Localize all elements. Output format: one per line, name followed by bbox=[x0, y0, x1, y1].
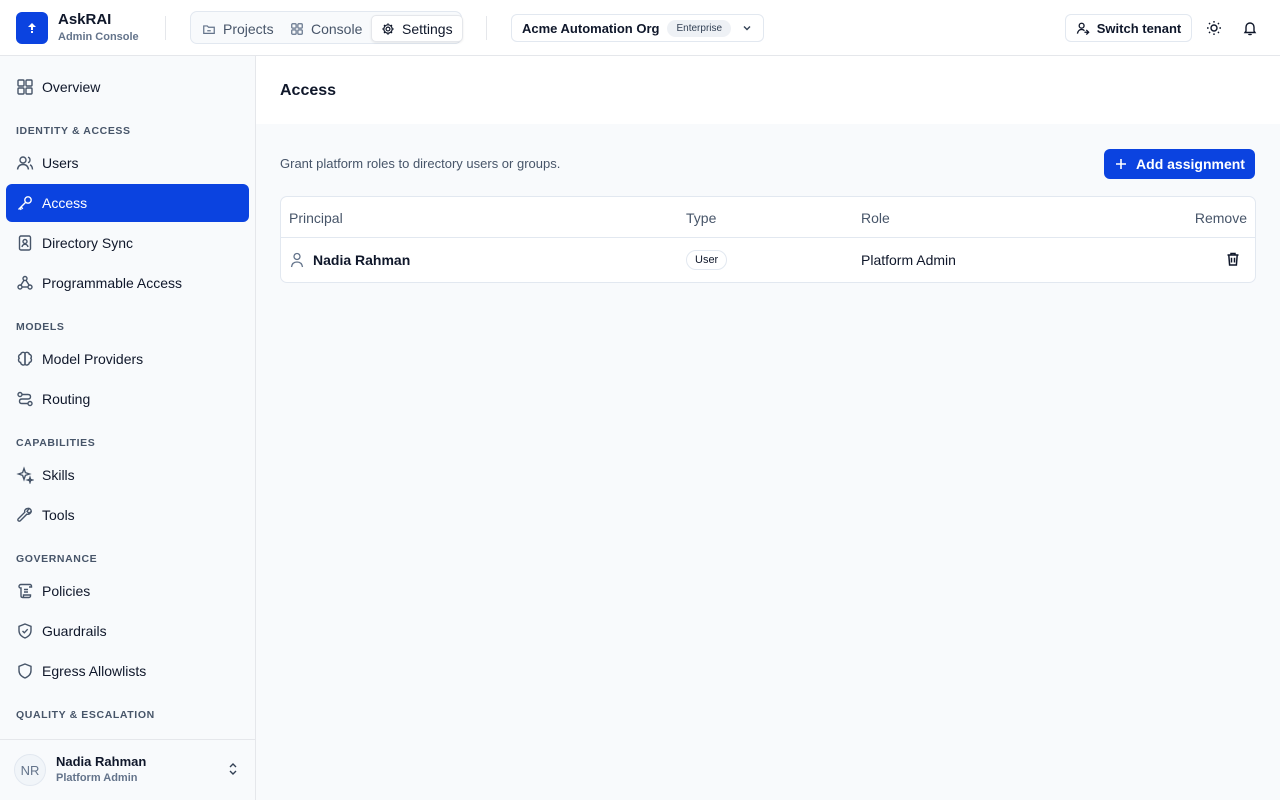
sparkles-icon bbox=[16, 466, 34, 484]
add-assignment-button[interactable]: Add assignment bbox=[1104, 149, 1255, 179]
webhook-icon bbox=[17, 275, 33, 290]
sidebar-item-routing[interactable]: Routing bbox=[6, 380, 249, 418]
sidebar-item-label: Programmable Access bbox=[42, 275, 183, 291]
column-header-principal: Principal bbox=[289, 210, 343, 226]
trash-icon[interactable] bbox=[1225, 251, 1241, 267]
page-header: Access bbox=[256, 56, 1280, 124]
sidebar-item-access[interactable]: Access bbox=[6, 184, 249, 222]
brand-name: AskRAI bbox=[58, 11, 112, 28]
tab-settings[interactable]: Settings bbox=[371, 15, 463, 42]
tab-console[interactable]: Console bbox=[281, 15, 371, 42]
sidebar-item-label: Access bbox=[42, 195, 88, 211]
user-switch-icon bbox=[1076, 22, 1090, 35]
scroll-icon bbox=[18, 583, 33, 599]
main-content: Access Grant platform roles to directory… bbox=[256, 56, 1280, 800]
chevron-down-icon bbox=[741, 22, 753, 34]
current-user-panel[interactable]: NR Nadia Rahman Platform Admin bbox=[0, 739, 255, 800]
tab-console-label: Console bbox=[311, 20, 363, 37]
page-description: Grant platform roles to directory users … bbox=[280, 156, 561, 171]
grid-icon bbox=[291, 22, 303, 35]
sidebar-item-label: Policies bbox=[42, 583, 91, 599]
principal-name: Nadia Rahman bbox=[313, 252, 411, 268]
brand-subtitle: Admin Console bbox=[58, 31, 139, 43]
tab-projects[interactable]: Projects bbox=[193, 15, 283, 42]
brain-icon bbox=[17, 351, 33, 366]
plus-icon bbox=[1116, 159, 1127, 169]
tab-settings-label: Settings bbox=[402, 20, 453, 37]
sidebar-item-label: Guardrails bbox=[42, 623, 107, 639]
tab-projects-label: Projects bbox=[223, 20, 274, 37]
switch-tenant-label: Switch tenant bbox=[1096, 20, 1182, 36]
notifications-button[interactable] bbox=[1238, 16, 1262, 40]
section-label-governance: GOVERNANCE bbox=[16, 553, 98, 565]
org-name: Acme Automation Org bbox=[522, 20, 660, 36]
section-label-quality: QUALITY & ESCALATION bbox=[16, 709, 155, 721]
section-label-capabilities: CAPABILITIES bbox=[16, 437, 96, 449]
role-value: Platform Admin bbox=[861, 252, 956, 268]
avatar: NR bbox=[14, 754, 46, 786]
add-assignment-label: Add assignment bbox=[1136, 156, 1245, 172]
wrench-icon bbox=[17, 507, 33, 522]
sidebar-item-label: Egress Allowlists bbox=[42, 663, 147, 679]
contact-card-icon bbox=[18, 235, 32, 251]
current-user-role: Platform Admin bbox=[56, 772, 138, 784]
bell-icon bbox=[1243, 22, 1257, 36]
brand-logo-icon[interactable] bbox=[16, 12, 48, 44]
shield-icon bbox=[18, 663, 32, 679]
sidebar-item-label: Directory Sync bbox=[42, 235, 134, 251]
org-selector[interactable]: Acme Automation Org Enterprise bbox=[511, 14, 764, 42]
column-header-remove: Remove bbox=[1194, 210, 1247, 226]
switch-tenant-button[interactable]: Switch tenant bbox=[1065, 14, 1192, 42]
sidebar-item-egress-allowlists[interactable]: Egress Allowlists bbox=[6, 652, 249, 690]
page-title: Access bbox=[280, 82, 337, 99]
sidebar: Overview IDENTITY & ACCESS Users Access … bbox=[0, 56, 256, 800]
table-header: Principal Type Role Remove bbox=[281, 197, 1255, 238]
table-row: Nadia Rahman User Platform Admin bbox=[281, 238, 1255, 282]
users-icon bbox=[16, 156, 34, 170]
sun-icon bbox=[1207, 21, 1221, 35]
sidebar-item-label: Routing bbox=[42, 391, 91, 407]
sidebar-item-label: Model Providers bbox=[42, 351, 144, 367]
route-icon bbox=[17, 391, 33, 407]
column-header-role: Role bbox=[861, 210, 890, 226]
app-tabs: Projects Console Settings bbox=[190, 11, 463, 44]
sidebar-item-users[interactable]: Users bbox=[6, 144, 249, 182]
assignments-table: Principal Type Role Remove Nadia Rahman … bbox=[280, 196, 1256, 283]
sidebar-item-tools[interactable]: Tools bbox=[6, 496, 249, 534]
theme-toggle-button[interactable] bbox=[1202, 16, 1226, 40]
current-user-name: Nadia Rahman bbox=[56, 754, 147, 769]
column-header-type: Type bbox=[686, 210, 717, 226]
sidebar-item-guardrails[interactable]: Guardrails bbox=[6, 612, 249, 650]
layout-grid-icon bbox=[17, 79, 33, 95]
header-divider bbox=[486, 16, 487, 40]
sidebar-item-label: Skills bbox=[42, 467, 75, 483]
top-header: AskRAI Admin Console Projects Console Se… bbox=[0, 0, 1280, 56]
user-icon bbox=[290, 252, 304, 268]
chevrons-up-down-icon[interactable] bbox=[226, 762, 240, 776]
org-plan-badge: Enterprise bbox=[667, 19, 732, 37]
sidebar-item-skills[interactable]: Skills bbox=[6, 456, 249, 494]
sidebar-item-overview[interactable]: Overview bbox=[6, 68, 249, 106]
folder-icon bbox=[203, 24, 215, 34]
section-label-models: MODELS bbox=[16, 321, 65, 333]
section-label-identity: IDENTITY & ACCESS bbox=[16, 125, 131, 137]
sidebar-item-programmable-access[interactable]: Programmable Access bbox=[6, 264, 249, 302]
sidebar-item-label: Overview bbox=[42, 79, 101, 95]
gear-icon bbox=[382, 22, 394, 35]
type-badge: User bbox=[686, 250, 728, 270]
shield-check-icon bbox=[18, 623, 32, 639]
key-icon bbox=[18, 196, 32, 211]
sidebar-item-label: Tools bbox=[42, 507, 75, 523]
header-divider bbox=[165, 16, 166, 40]
sidebar-item-label: Users bbox=[42, 155, 79, 171]
sidebar-item-policies[interactable]: Policies bbox=[6, 572, 249, 610]
sidebar-item-model-providers[interactable]: Model Providers bbox=[6, 340, 249, 378]
sidebar-item-directory-sync[interactable]: Directory Sync bbox=[6, 224, 249, 262]
